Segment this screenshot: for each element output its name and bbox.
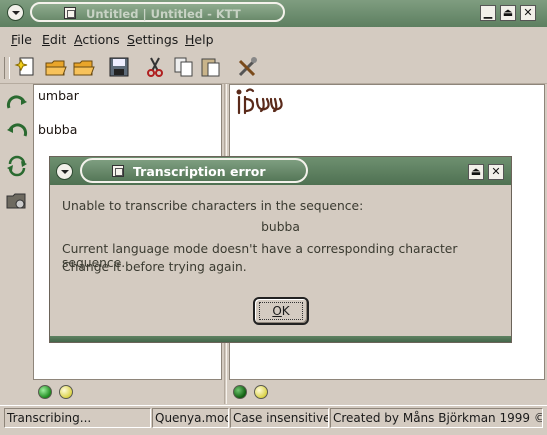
status-led-yellow [59, 385, 73, 399]
copy-icon[interactable] [172, 55, 196, 79]
transcribe-icon[interactable] [5, 92, 29, 116]
open-recent-folder-icon[interactable] [72, 55, 96, 79]
open-folder-icon[interactable] [44, 55, 68, 79]
dialog-body: Unable to transcribe characters in the s… [50, 185, 511, 336]
ok-button-label: OK [259, 302, 303, 320]
ok-button[interactable]: OK [253, 297, 309, 325]
window-title: Untitled | Untitled - KTT [86, 7, 241, 21]
new-file-icon[interactable] [14, 55, 38, 79]
dialog-sequence: bubba [261, 220, 300, 234]
close-button[interactable]: ✕ [520, 5, 536, 21]
status-led-green [38, 385, 52, 399]
minimize-button[interactable]: ▁ [480, 5, 496, 21]
input-line: umbar [38, 88, 79, 103]
status-message: Transcribing... [4, 408, 151, 428]
status-case: Case insensitive [230, 408, 329, 428]
transcription-error-dialog: Transcription error ⏏ ✕ Unable to transc… [49, 156, 512, 343]
action-sidebar [0, 84, 33, 404]
dialog-titlebar: Transcription error ⏏ ✕ [50, 157, 511, 185]
swap-icon[interactable] [5, 154, 29, 178]
tengwar-glyphs [235, 87, 287, 120]
tools-icon[interactable] [236, 55, 260, 79]
status-bar: Transcribing... Quenya.mod Case insensit… [0, 405, 547, 435]
dialog-message: Unable to transcribe characters in the s… [62, 199, 364, 213]
save-disk-icon[interactable] [107, 55, 131, 79]
dialog-maximize-button[interactable]: ⏏ [468, 164, 484, 180]
app-icon [112, 165, 124, 177]
status-led-green [233, 385, 247, 399]
dialog-message: Change it before trying again. [62, 260, 247, 274]
window-title-pill: Untitled | Untitled - KTT [30, 2, 285, 22]
menu-file[interactable]: File [11, 32, 32, 47]
menu-bar: File Edit Actions Settings Help [0, 27, 547, 51]
maximize-button[interactable]: ⏏ [500, 5, 516, 21]
menu-actions[interactable]: Actions [74, 32, 120, 47]
status-mode-file: Quenya.mod [152, 408, 229, 428]
menu-settings[interactable]: Settings [127, 32, 178, 47]
input-line: bubba [38, 122, 78, 137]
toolbar-handle[interactable] [4, 57, 10, 79]
output-indicator-row [229, 381, 545, 404]
menu-edit[interactable]: Edit [42, 32, 66, 47]
cut-scissors-icon[interactable] [143, 55, 167, 79]
dialog-title: Transcription error [133, 164, 266, 179]
paste-icon[interactable] [199, 55, 223, 79]
status-credits: Created by Måns Björkman 1999 © [330, 408, 543, 428]
dialog-menu-button[interactable] [56, 163, 73, 180]
menu-help[interactable]: Help [185, 32, 214, 47]
reverse-transcribe-icon[interactable] [5, 120, 29, 144]
dialog-close-button[interactable]: ✕ [488, 164, 504, 180]
window-titlebar: Untitled | Untitled - KTT ▁ ⏏ ✕ [0, 0, 547, 27]
input-indicator-row [33, 381, 222, 404]
dialog-bottom-border [50, 336, 511, 342]
status-led-yellow [254, 385, 268, 399]
window-menu-button[interactable] [7, 4, 24, 21]
settings-folder-icon[interactable] [5, 188, 29, 212]
toolbar [0, 51, 547, 84]
dialog-title-pill: Transcription error [80, 158, 308, 183]
